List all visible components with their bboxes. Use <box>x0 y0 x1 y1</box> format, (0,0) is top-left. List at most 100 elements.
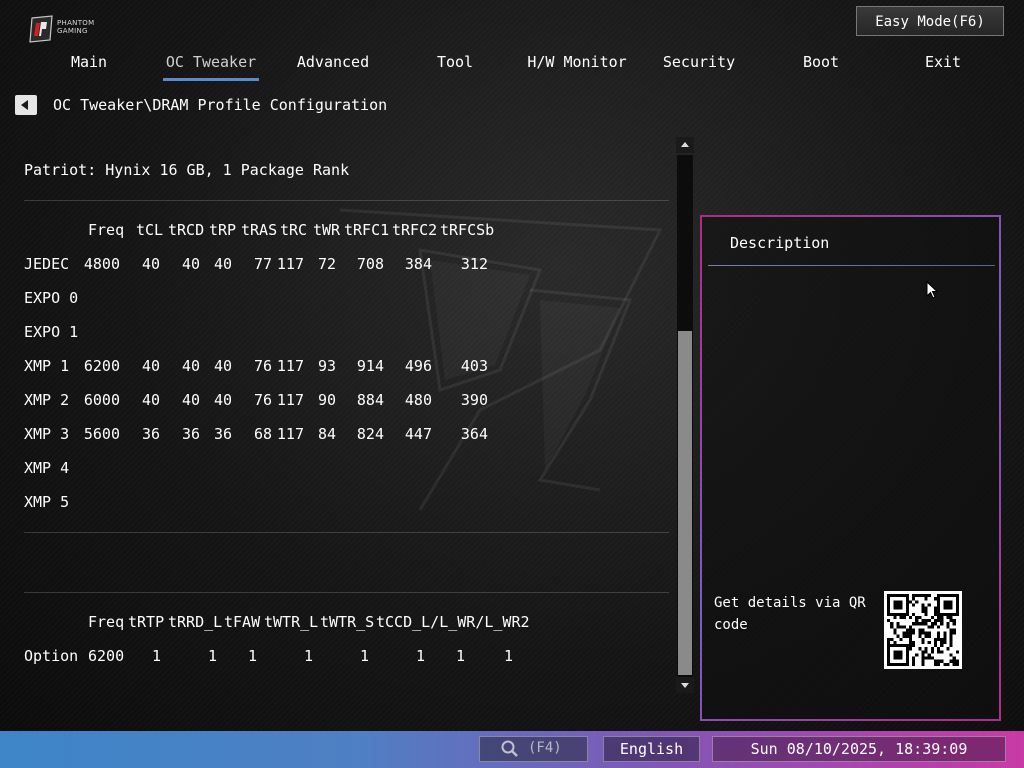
profile-value-trp: 36 <box>213 425 232 443</box>
tab-advanced[interactable]: Advanced <box>272 50 394 78</box>
profile-row-label[interactable]: XMP 2 <box>24 390 69 410</box>
scroll-down-arrow-icon <box>681 683 689 688</box>
profile-value-trfc1: 914 <box>356 357 384 375</box>
profile-value-freq: 6000 <box>83 391 120 409</box>
tab-tool[interactable]: Tool <box>394 50 516 78</box>
option-header-twtr-s: tWTR_S <box>320 613 375 631</box>
module-info[interactable]: Patriot: Hynix 16 GB, 1 Package Rank <box>24 160 349 180</box>
profile-value-tcl: 40 <box>141 255 160 273</box>
mouse-cursor-icon <box>926 281 938 299</box>
tab-security[interactable]: Security <box>638 50 760 78</box>
option-value-trrd-l[interactable]: 1 <box>208 646 217 666</box>
back-arrow-icon <box>21 100 28 110</box>
profile-header-twr: tWR <box>313 221 341 239</box>
profile-value-trfc2: 496 <box>404 357 432 375</box>
scroll-up-arrow-icon <box>681 142 689 147</box>
description-panel: Description Get details via QR code <box>700 215 1001 721</box>
profile-value-trfcsb: 364 <box>460 425 488 443</box>
profile-value-trp: 40 <box>213 357 232 375</box>
brand-text-line2: GAMING <box>57 27 88 35</box>
option-row-label[interactable]: Option <box>24 646 78 666</box>
qr-label: Get details via QR code <box>714 595 866 633</box>
divider <box>24 200 669 201</box>
option-header-trtp: tRTP <box>128 613 165 631</box>
profile-value-twr: 84 <box>317 425 336 443</box>
profile-value-trfcsb: 403 <box>460 357 488 375</box>
tab-oc-tweaker[interactable]: OC Tweaker <box>163 50 259 81</box>
profile-value-trfcsb: 390 <box>460 391 488 409</box>
tab-exit[interactable]: Exit <box>882 50 1004 78</box>
option-value-tccd-l[interactable]: 1 <box>416 646 425 666</box>
profile-value-trfc1: 884 <box>356 391 384 409</box>
profile-row-label[interactable]: JEDEC <box>24 254 69 274</box>
option-header-trrd-l: tRRD_L <box>168 613 223 631</box>
option-header-tfaw: tFAW <box>224 613 261 631</box>
profile-value-freq: 5600 <box>83 425 120 443</box>
profile-value-tcl: 36 <box>141 425 160 443</box>
option-value-freq[interactable]: 6200 <box>88 646 124 666</box>
description-divider <box>708 265 995 266</box>
profile-header-tcl: tCL <box>136 221 164 239</box>
profile-row-label[interactable]: EXPO 1 <box>24 322 78 342</box>
search-icon <box>501 740 518 757</box>
option-value-twtr-s[interactable]: 1 <box>360 646 369 666</box>
profile-header-freq: Freq <box>88 221 125 239</box>
brand-text-line1: PHANTOM <box>57 19 95 27</box>
profile-value-trfcsb: 312 <box>460 255 488 273</box>
profile-value-trfc2: 447 <box>404 425 432 443</box>
language-button[interactable]: English <box>603 736 700 762</box>
option-value-trtp[interactable]: 1 <box>152 646 161 666</box>
scroll-down-button[interactable] <box>676 677 694 693</box>
profile-row-label[interactable]: EXPO 0 <box>24 288 78 308</box>
divider <box>24 592 669 593</box>
content-scrollbar[interactable] <box>676 137 694 694</box>
option-value-tfaw[interactable]: 1 <box>248 646 257 666</box>
search-button[interactable]: (F4) <box>479 736 588 762</box>
tab-boot[interactable]: Boot <box>760 50 882 78</box>
profile-value-twr: 72 <box>317 255 336 273</box>
scroll-up-button[interactable] <box>676 137 694 153</box>
option-value-l-wr[interactable]: 1 <box>456 646 465 666</box>
bottom-status-bar: (F4) English Sun 08/10/2025, 18:39:09 <box>0 731 1024 768</box>
profile-value-twr: 90 <box>317 391 336 409</box>
profile-value-trfc1: 708 <box>356 255 384 273</box>
profile-header-trfcsb: tRFCSb <box>440 221 495 239</box>
tab-hw-monitor[interactable]: H/W Monitor <box>516 50 638 78</box>
brand-text: PHANTOM GAMING <box>57 19 94 35</box>
profile-header-trcd: tRCD <box>168 221 205 239</box>
profile-row-label[interactable]: XMP 5 <box>24 492 69 512</box>
description-title: Description <box>730 234 830 252</box>
option-header-tccd: tCCD_L/L_WR/L_WR2 <box>376 613 530 631</box>
profile-value-trp: 40 <box>213 255 232 273</box>
back-button[interactable] <box>15 95 37 115</box>
profile-header-trfc1: tRFC1 <box>344 221 390 239</box>
search-shortcut-label: (F4) <box>528 740 562 756</box>
profile-value-twr: 93 <box>317 357 336 375</box>
option-header-freq: Freq <box>88 613 125 631</box>
breadcrumb: OC Tweaker\DRAM Profile Configuration <box>53 96 388 114</box>
profile-value-freq: 4800 <box>83 255 120 273</box>
profile-header-trfc2: tRFC2 <box>392 221 438 239</box>
profile-value-freq: 6200 <box>83 357 120 375</box>
option-value-twtr-l[interactable]: 1 <box>304 646 313 666</box>
profile-value-tcl: 40 <box>141 357 160 375</box>
dram-profile-content: Patriot: Hynix 16 GB, 1 Package Rank Fre… <box>24 150 669 720</box>
profile-row-label[interactable]: XMP 3 <box>24 424 69 444</box>
profile-value-trfc1: 824 <box>356 425 384 443</box>
profile-value-trfc2: 480 <box>404 391 432 409</box>
tab-main[interactable]: Main <box>28 50 150 78</box>
datetime-display[interactable]: Sun 08/10/2025, 18:39:09 <box>712 736 1006 762</box>
profile-header-trp: tRP <box>209 221 237 239</box>
option-header-twtr-l: tWTR_L <box>264 613 319 631</box>
profile-value-trfc2: 384 <box>404 255 432 273</box>
scroll-thumb[interactable] <box>678 331 692 675</box>
profile-row-label[interactable]: XMP 1 <box>24 356 69 376</box>
profile-header-tras: tRAS <box>241 221 278 239</box>
qr-code-icon <box>884 591 962 669</box>
easy-mode-button[interactable]: Easy Mode(F6) <box>856 6 1004 36</box>
profile-row-label[interactable]: XMP 4 <box>24 458 69 478</box>
profile-value-trp: 40 <box>213 391 232 409</box>
profile-value-tcl: 40 <box>141 391 160 409</box>
profile-header-trc: tRC <box>280 221 308 239</box>
option-value-l-wr2[interactable]: 1 <box>504 646 513 666</box>
